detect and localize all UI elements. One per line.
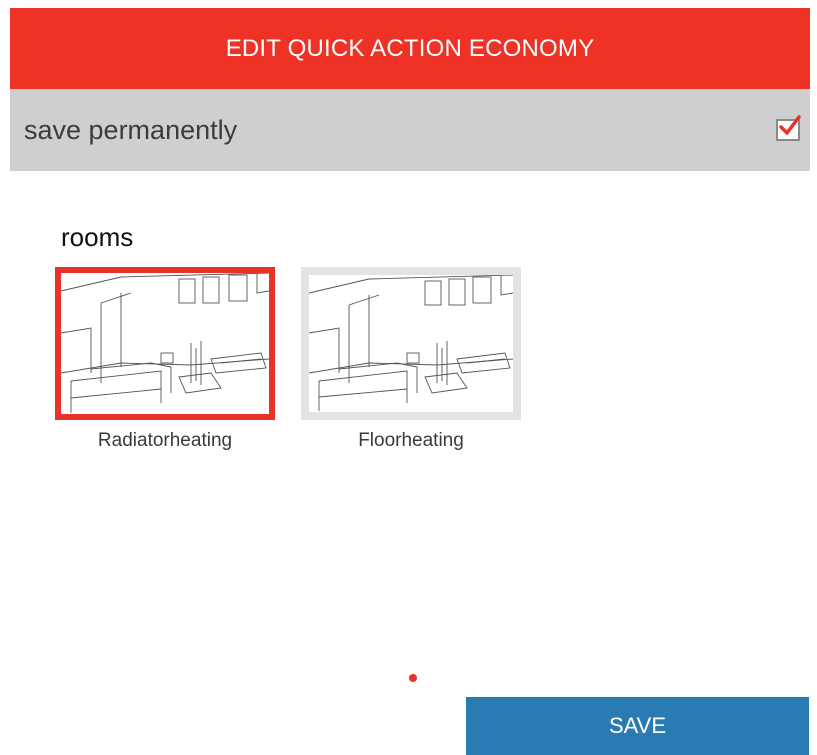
room-sketch-image bbox=[61, 273, 269, 413]
room-label: Floorheating bbox=[358, 430, 464, 451]
title-bar: EDIT QUICK ACTION ECONOMY bbox=[10, 8, 810, 89]
page-indicator-dot bbox=[409, 674, 417, 682]
page-title: EDIT QUICK ACTION ECONOMY bbox=[225, 34, 595, 62]
save-button[interactable]: SAVE bbox=[466, 697, 809, 755]
save-permanently-checkbox[interactable] bbox=[776, 115, 801, 141]
save-permanently-label: save permanently bbox=[24, 114, 238, 145]
room-tile-floorheating[interactable]: Floorheating bbox=[301, 267, 521, 452]
room-image-frame bbox=[301, 267, 521, 420]
rooms-section-title: rooms bbox=[61, 222, 134, 252]
room-label: Radiatorheating bbox=[97, 430, 233, 451]
room-sketch-image bbox=[309, 275, 513, 411]
room-image-frame bbox=[55, 267, 275, 420]
checkmark-icon bbox=[779, 115, 801, 135]
save-permanently-row[interactable]: save permanently bbox=[10, 89, 810, 171]
room-tile-radiatorheating[interactable]: Radiatorheating bbox=[55, 267, 275, 452]
